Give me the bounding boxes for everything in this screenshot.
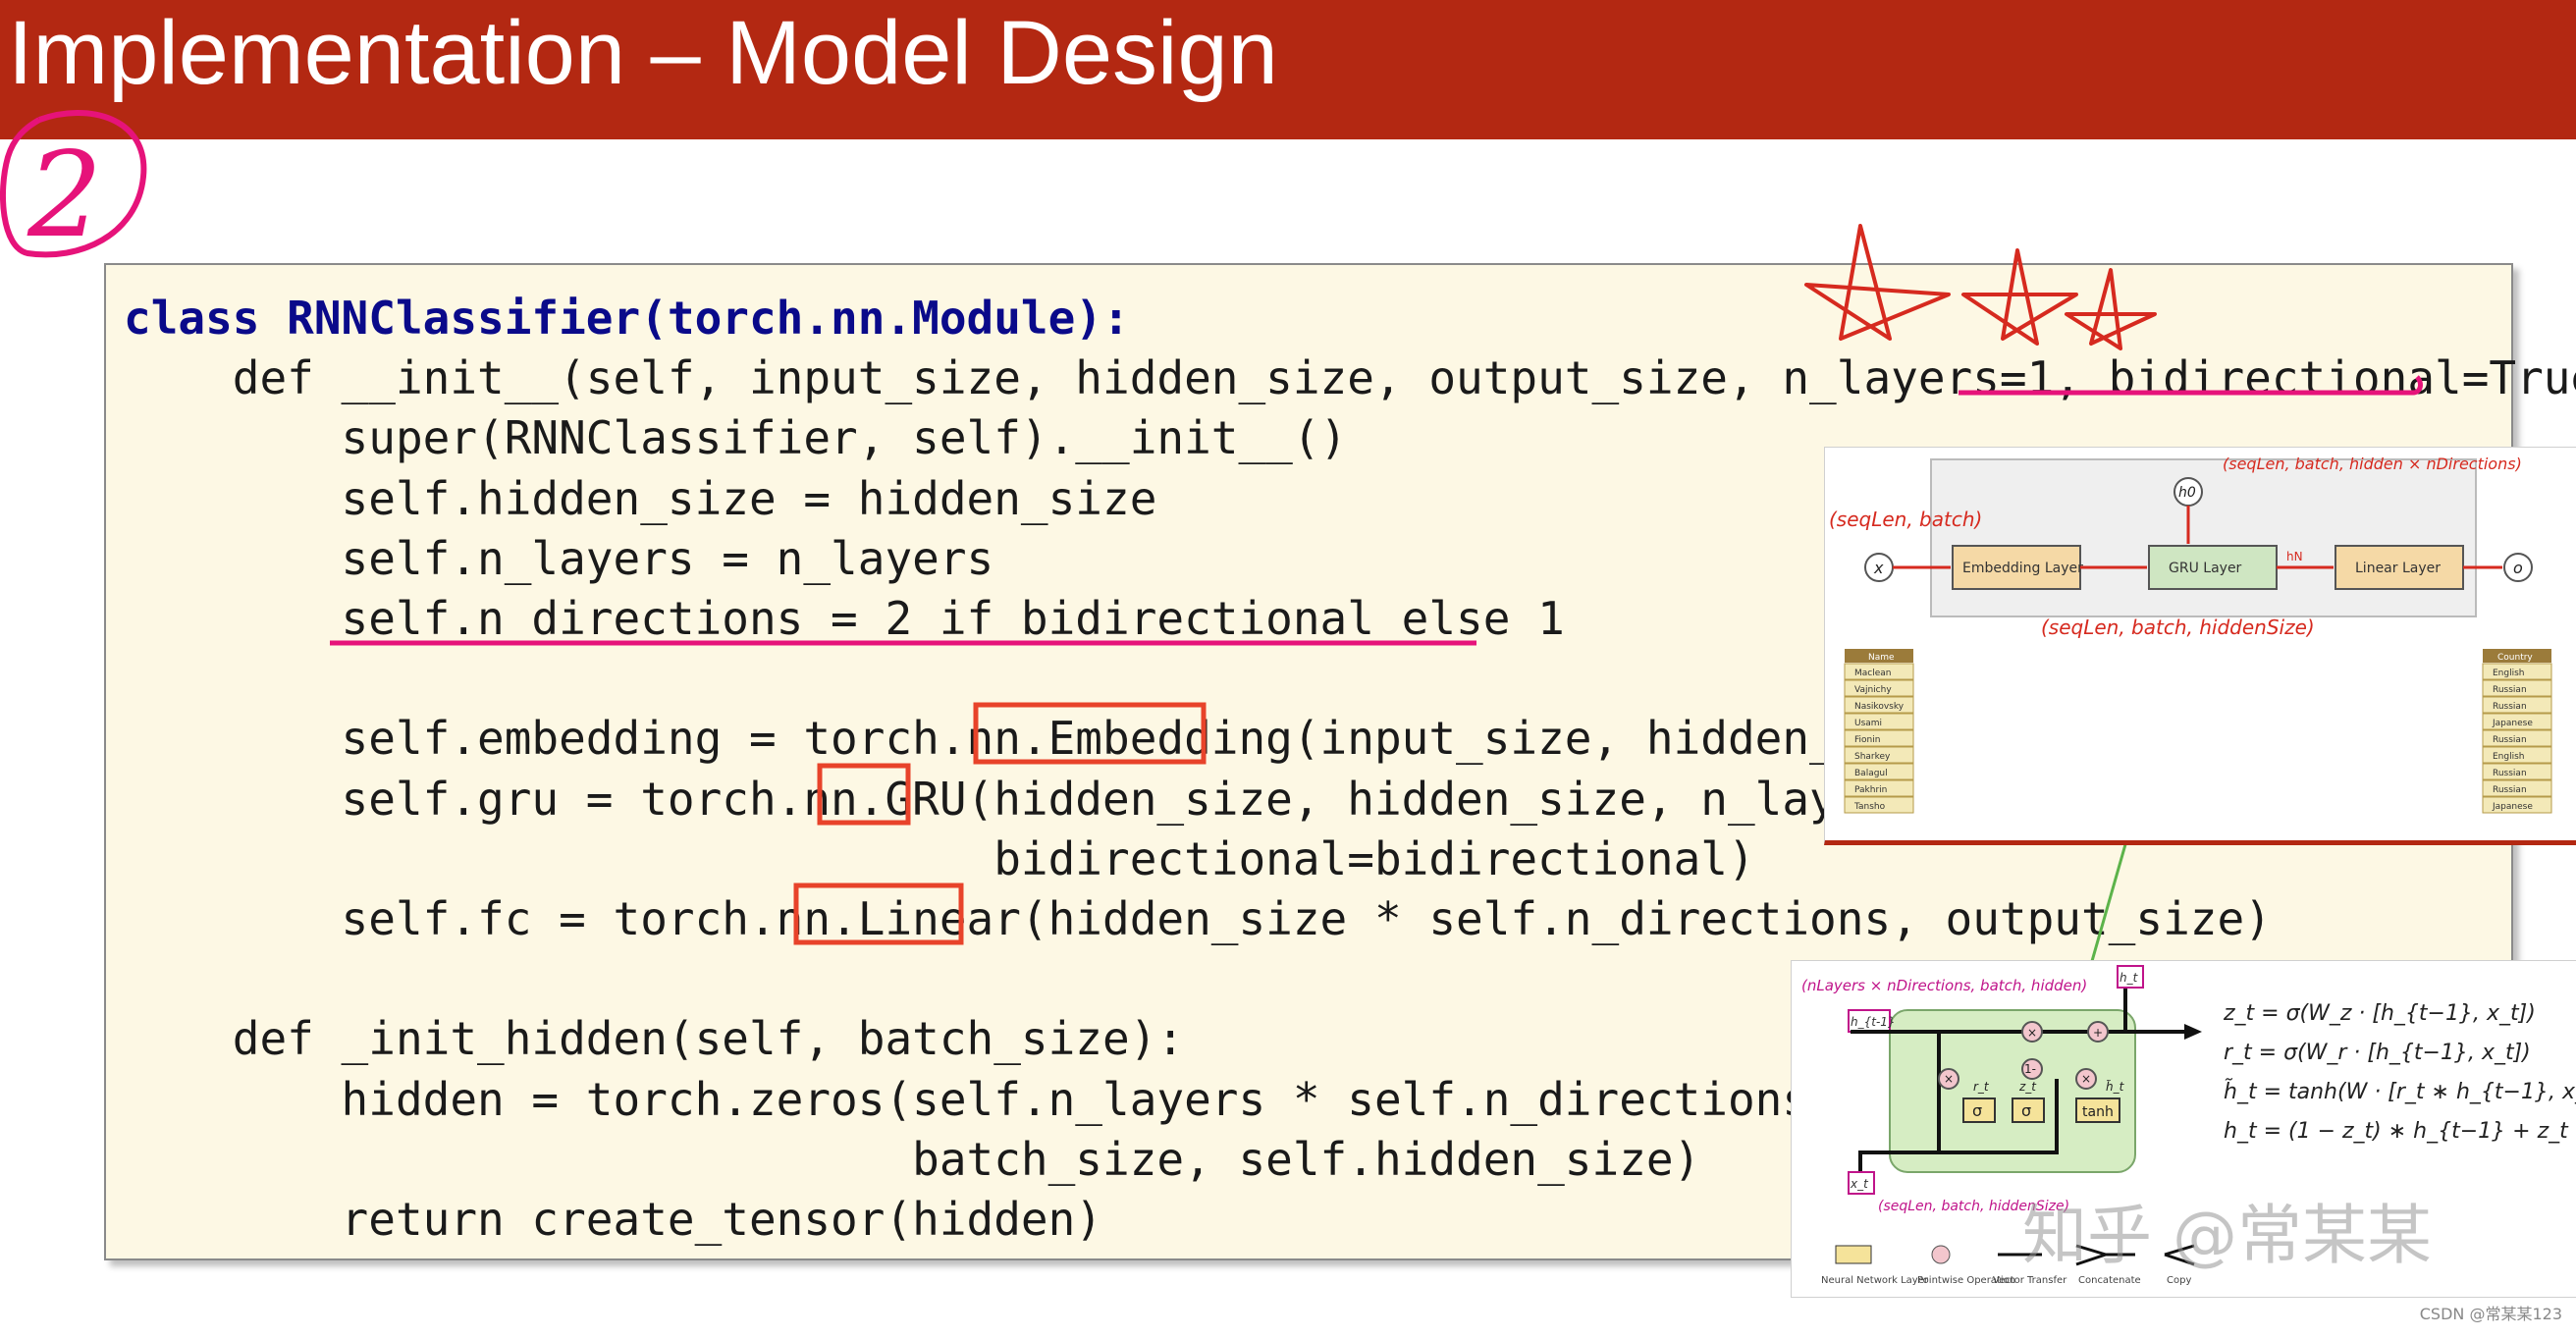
star-mark-1 <box>1804 224 1951 341</box>
annotation-embedding-shape: (seqLen, batch, hiddenSize) <box>2041 615 2315 639</box>
annotation-input-shape: (seqLen, batch) <box>1829 508 1982 531</box>
star-mark-3 <box>2065 268 2157 350</box>
country-table-cell: Russian <box>2493 685 2527 695</box>
svg-text:h_t: h_t <box>2120 971 2139 985</box>
name-table-cell: Nasikovsky <box>1854 702 1905 712</box>
name-table-cell: Usami <box>1854 719 1882 728</box>
name-table-cell: Vajnichy <box>1854 685 1892 695</box>
highlight-box-gru <box>817 763 911 826</box>
svg-text:σ: σ <box>1972 1101 1982 1120</box>
svg-text:o: o <box>2513 559 2523 577</box>
svg-text:×: × <box>2027 1026 2037 1040</box>
name-table-cell: Balagul <box>1854 769 1888 778</box>
highlight-box-linear <box>793 883 964 945</box>
linear-layer-label: Linear Layer <box>2355 561 2441 576</box>
gru-equations: z_t = σ(W_z · [h_{t−1}, x_t]) r_t = σ(W_… <box>2223 1001 2576 1144</box>
svg-text:h0: h0 <box>2178 485 2196 501</box>
name-table-cell: Tansho <box>1853 802 1886 812</box>
country-table-cell: English <box>2493 752 2525 762</box>
gru-layer-label: GRU Layer <box>2169 561 2242 576</box>
svg-text:hN: hN <box>2286 550 2303 563</box>
country-table-cell: Japanese <box>2492 802 2533 812</box>
csdn-watermark: CSDN @常某某123 <box>2419 1305 2562 1323</box>
svg-text:1-: 1- <box>2024 1062 2036 1076</box>
svg-text:×: × <box>1944 1072 1954 1086</box>
svg-text:×: × <box>2081 1072 2091 1086</box>
svg-text:r_t: r_t <box>1973 1080 1990 1094</box>
svg-text:h̃_t: h̃_t <box>2106 1080 2125 1094</box>
equation-h: h_t = (1 − z_t) ∗ h_{t−1} + z_t ∗ h̃_t <box>2224 1118 2576 1144</box>
model-architecture-diagram: x Embedding Layer GRU Layer h0 Linear La… <box>1829 455 2552 814</box>
highlight-box-embedding <box>973 702 1207 765</box>
name-table-cell: Fionin <box>1854 735 1880 745</box>
svg-text:h_{t-1}: h_{t-1} <box>1851 1015 1896 1029</box>
gate-layers: σ σ tanh <box>1962 1097 2120 1123</box>
country-table-cell: Russian <box>2493 769 2527 778</box>
name-table-cell: Sharkey <box>1854 752 1891 762</box>
model-architecture-figure: x Embedding Layer GRU Layer h0 Linear La… <box>1824 447 2576 845</box>
svg-text:x_t: x_t <box>1850 1177 1869 1191</box>
svg-text:z_t: z_t <box>2018 1080 2037 1094</box>
underline-bidirectional <box>1959 375 2423 396</box>
svg-text:x: x <box>1873 559 1884 577</box>
svg-text:tanh: tanh <box>2082 1104 2114 1120</box>
country-table-cell: Russian <box>2493 735 2527 745</box>
annotation-gru-shape: (seqLen, batch, hidden × nDirections) <box>2223 455 2522 473</box>
country-table-cell: Russian <box>2493 702 2527 712</box>
svg-text:Neural Network Layer: Neural Network Layer <box>1821 1275 1929 1286</box>
country-table-cell: Japanese <box>2492 719 2533 728</box>
country-table-cell: Russian <box>2493 785 2527 795</box>
svg-text:+: + <box>2093 1026 2103 1040</box>
svg-text:σ: σ <box>2021 1101 2031 1120</box>
svg-text:Name: Name <box>1868 653 1895 663</box>
country-table-cell: English <box>2493 669 2525 678</box>
equation-z: z_t = σ(W_z · [h_{t−1}, x_t]) <box>2223 1001 2536 1026</box>
name-table-cell: Maclean <box>1854 669 1892 678</box>
country-table: Country English Russian Russian Japanese Rus… <box>2482 649 2552 814</box>
equation-r: r_t = σ(W_r · [h_{t−1}, x_t]) <box>2224 1041 2531 1065</box>
star-mark-2 <box>1961 248 2078 346</box>
svg-text:Country: Country <box>2497 653 2533 663</box>
equation-h-tilde: h̃_t = tanh(W · [r_t ∗ h_{t−1}, x_t]) <box>2224 1079 2576 1104</box>
zhihu-watermark: 知乎 @常某某 <box>2022 1198 2432 1273</box>
embedding-layer-label: Embedding Layer <box>1962 561 2083 576</box>
star-marks <box>1804 224 2157 350</box>
name-table: Name Maclean Vajnichy Nasikovsky Usami Fioni… <box>1844 649 1914 814</box>
annotation-hidden-shape: (nLayers × nDirections, batch, hidden) <box>1801 977 2087 994</box>
name-table-cell: Pakhrin <box>1854 785 1887 795</box>
